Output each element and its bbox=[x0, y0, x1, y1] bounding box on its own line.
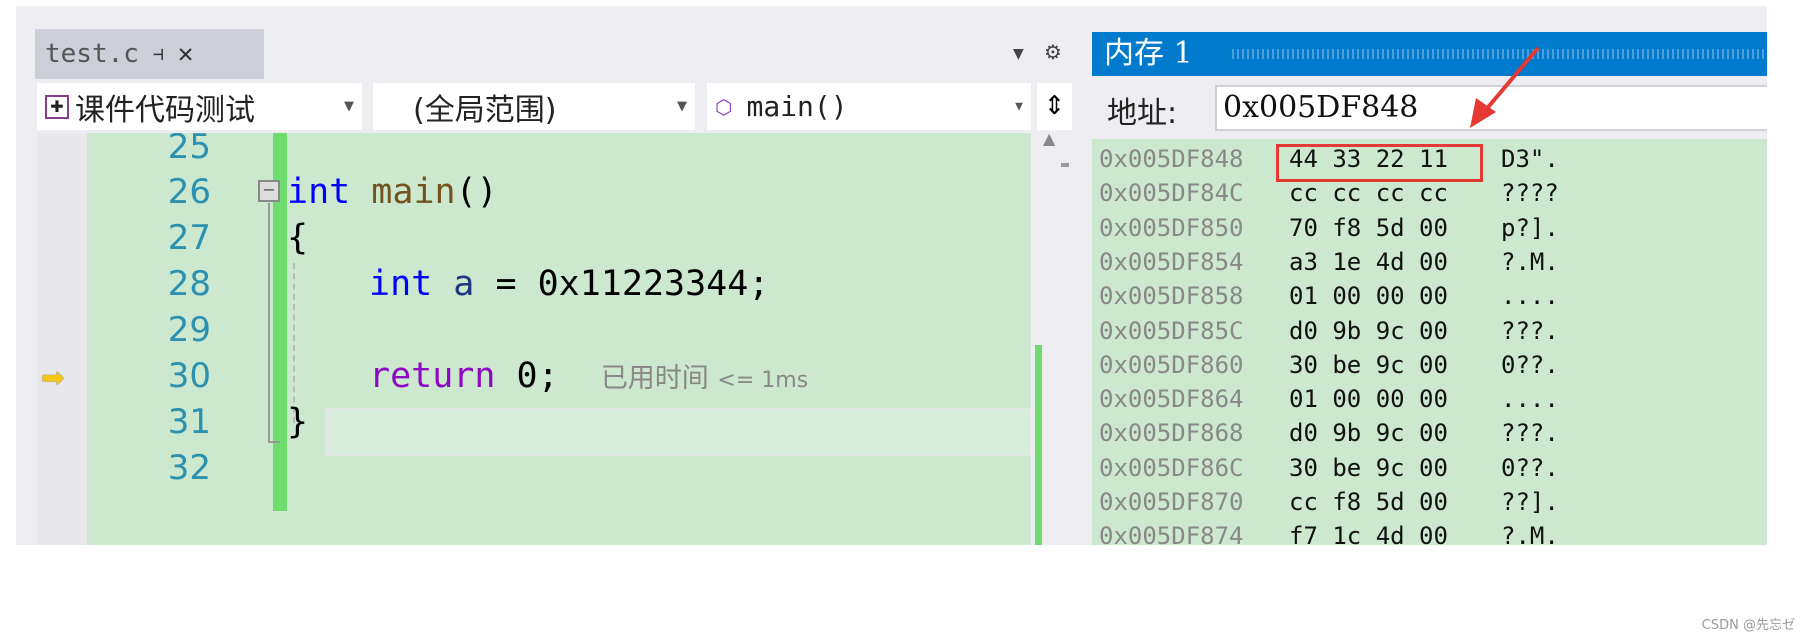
memory-bytes: f7 1c 4d 00 bbox=[1289, 522, 1448, 545]
memory-bytes: d0 9b 9c 00 bbox=[1289, 419, 1448, 448]
memory-ascii: ???. bbox=[1501, 419, 1559, 448]
memory-title: 内存 1 bbox=[1104, 36, 1193, 71]
code-line: 32 bbox=[37, 442, 1031, 495]
project-dropdown[interactable]: ✚ 课件代码测试 ▼ bbox=[37, 83, 362, 130]
scope-label: (全局范围) bbox=[413, 92, 557, 128]
member-dropdown[interactable]: ⬡ main() ▼ bbox=[707, 83, 1031, 130]
memory-ascii: ?.M. bbox=[1501, 247, 1559, 276]
memory-ascii: .... bbox=[1501, 385, 1559, 414]
memory-title-bar[interactable]: 内存 1 bbox=[1092, 32, 1767, 76]
memory-bytes: cc f8 5d 00 bbox=[1289, 488, 1448, 516]
memory-window: 内存 1 地址: 0x005DF848 0x005DF848 44 33 22 1… bbox=[1092, 32, 1767, 545]
tab-list-dropdown-icon[interactable]: ▼ bbox=[1013, 46, 1024, 62]
method-cube-icon: ⬡ bbox=[715, 94, 733, 119]
scroll-marker bbox=[1061, 163, 1069, 167]
memory-address: 0x005DF868 bbox=[1099, 419, 1244, 448]
tab-test-c[interactable]: test.c ⊣ ✕ bbox=[35, 29, 264, 79]
chevron-down-icon: ▼ bbox=[344, 99, 354, 114]
project-label: 课件代码测试 bbox=[75, 92, 255, 128]
memory-bytes: 01 00 00 00 bbox=[1289, 385, 1448, 414]
memory-ascii: ???? bbox=[1501, 179, 1559, 208]
arrow-shaft bbox=[1482, 46, 1540, 114]
gear-icon[interactable]: ⚙ bbox=[1044, 40, 1062, 64]
scope-dropdown[interactable]: (全局范围) ▼ bbox=[373, 83, 695, 130]
annotation-arrow bbox=[1470, 46, 1540, 128]
vertical-scrollbar[interactable]: ▲ bbox=[1035, 129, 1072, 545]
memory-bytes: 70 f8 5d 00 bbox=[1289, 213, 1448, 242]
memory-bytes: 01 00 00 00 bbox=[1289, 282, 1448, 311]
memory-bytes: d0 9b 9c 00 bbox=[1289, 316, 1448, 345]
memory-ascii: ?.M. bbox=[1501, 522, 1559, 545]
chevron-down-icon: ▼ bbox=[1015, 99, 1023, 114]
memory-ascii: 0??. bbox=[1501, 453, 1559, 482]
memory-bytes: a3 1e 4d 00 bbox=[1289, 247, 1448, 276]
split-editor-button[interactable]: ⇕ bbox=[1037, 83, 1072, 130]
watermark: CSDN @先忘ゼ bbox=[1701, 618, 1795, 633]
member-label: main() bbox=[746, 90, 848, 123]
memory-address: 0x005DF874 bbox=[1099, 522, 1244, 545]
memory-ascii: ???. bbox=[1501, 316, 1559, 345]
memory-address: 0x005DF860 bbox=[1099, 350, 1244, 379]
change-overview-bar bbox=[1035, 345, 1042, 545]
memory-address: 0x005DF85C bbox=[1099, 316, 1244, 345]
memory-address: 0x005DF858 bbox=[1099, 282, 1244, 311]
close-icon[interactable]: ✕ bbox=[178, 39, 194, 69]
memory-address: 0x005DF850 bbox=[1099, 213, 1244, 242]
address-row: 地址: 0x005DF848 bbox=[1092, 76, 1767, 139]
memory-address: 0x005DF848 bbox=[1099, 145, 1244, 173]
code-editor[interactable]: − ➡ 25 26 int main() 27{ 28 int a = 0x1122… bbox=[37, 133, 1031, 545]
pin-icon[interactable]: ⊣ bbox=[153, 44, 164, 65]
memory-ascii: p?]. bbox=[1501, 213, 1559, 242]
perf-tip[interactable]: 已用时间 <= 1ms bbox=[601, 363, 808, 394]
project-icon: ✚ bbox=[45, 94, 69, 119]
memory-bytes: 30 be 9c 00 bbox=[1289, 453, 1448, 482]
memory-address: 0x005DF854 bbox=[1099, 247, 1244, 276]
memory-address: 0x005DF84C bbox=[1099, 179, 1244, 208]
memory-address: 0x005DF86C bbox=[1099, 453, 1244, 482]
tab-title: test.c bbox=[45, 39, 139, 69]
memory-address: 0x005DF864 bbox=[1099, 385, 1244, 414]
address-label: 地址: bbox=[1107, 96, 1178, 131]
scroll-up-icon[interactable]: ▲ bbox=[1043, 129, 1055, 148]
chevron-down-icon: ▼ bbox=[677, 99, 687, 114]
memory-ascii: ??]. bbox=[1501, 488, 1559, 516]
memory-address: 0x005DF870 bbox=[1099, 488, 1244, 516]
memory-bytes: 30 be 9c 00 bbox=[1289, 350, 1448, 379]
line-number: 32 bbox=[167, 448, 211, 488]
memory-ascii: 0??. bbox=[1501, 350, 1559, 379]
highlight-box bbox=[1276, 144, 1483, 182]
memory-ascii: .... bbox=[1501, 282, 1559, 311]
memory-ascii: D3". bbox=[1501, 145, 1559, 173]
